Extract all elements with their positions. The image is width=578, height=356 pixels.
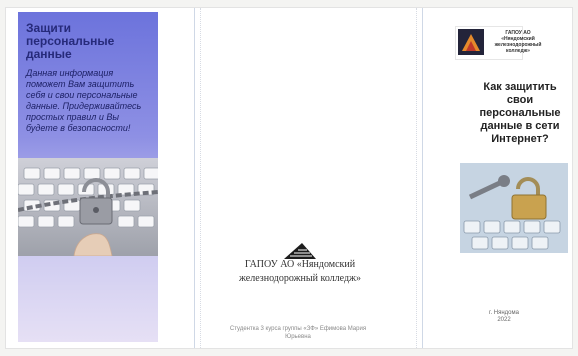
college-emblem-icon: [458, 29, 484, 55]
city-year: г. Няндома 2022: [462, 310, 546, 324]
right-org-name: ГАПОУ АО «Няндомский железнодорожный кол…: [494, 30, 542, 54]
fold-guide-left-margin: [200, 8, 201, 348]
year: 2022: [497, 317, 511, 323]
college-name: ГАПОУ АО «Няндомский железнодорожный кол…: [239, 259, 361, 284]
padlock-keyboard-photo: [460, 163, 568, 253]
fold-guide-left: [194, 8, 195, 348]
left-panel: Защити персональные данные Данная информ…: [18, 12, 158, 342]
student-name: Студентка 3 курса группы «ЗФ» Ефимова Ма…: [229, 326, 367, 340]
fold-guide-right: [422, 8, 423, 348]
college-logo-icon: [284, 243, 316, 259]
fold-guide-right-margin: [416, 8, 417, 348]
left-panel-title: Защити персональные данные: [26, 21, 115, 61]
city-name: г. Няндома: [489, 310, 519, 316]
left-panel-text: Данная информация поможет Вам защитить с…: [26, 68, 142, 133]
brochure-title: Как защитить свои персональные данные в …: [479, 81, 561, 145]
keyboard-chain-photo: [18, 158, 158, 256]
